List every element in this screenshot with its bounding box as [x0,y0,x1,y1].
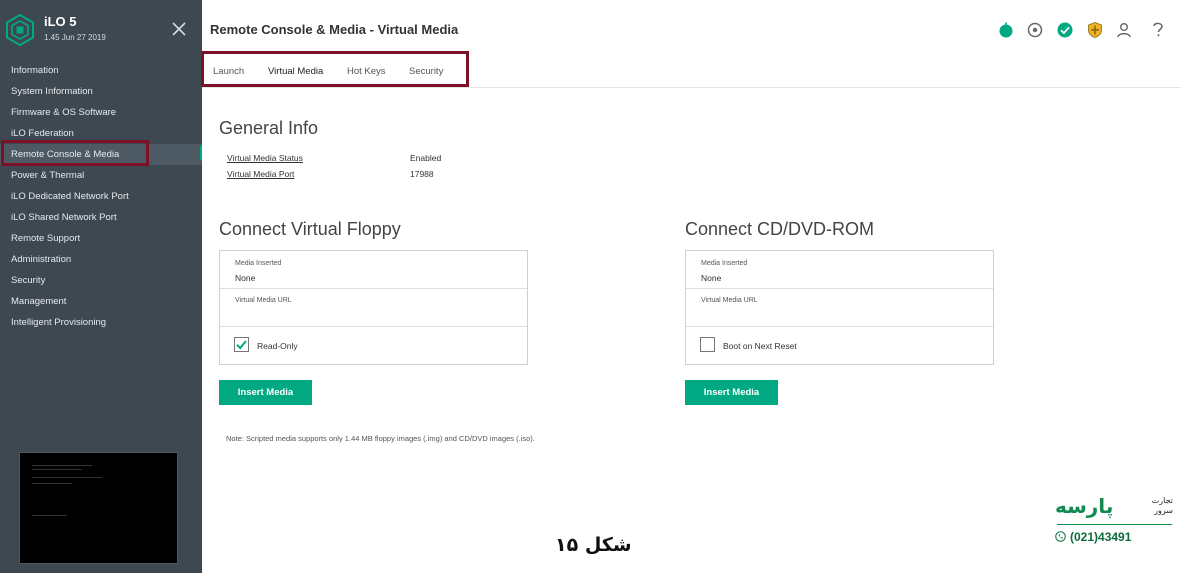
info-accent-bar [200,146,202,160]
virtual-media-port-label[interactable]: Virtual Media Port [227,169,294,179]
floppy-media-inserted-row: Media Inserted None [220,251,527,289]
phone-icon [1055,531,1066,542]
watermark-phone-row: (021)43491 [1055,530,1131,544]
cdrom-insert-media-button[interactable]: Insert Media [685,380,778,405]
brand-version: 1.45 Jun 27 2019 [44,33,106,42]
tabs-highlight-box [201,51,469,87]
watermark-phone: (021)43491 [1070,530,1132,544]
checkmark-icon [236,340,247,350]
virtual-media-port-value: 17988 [410,169,434,179]
target-icon[interactable] [1026,21,1044,39]
read-only-label: Read-Only [257,341,298,351]
cdrom-heading: Connect CD/DVD-ROM [685,219,875,239]
floppy-url-row[interactable]: Virtual Media URL [220,289,527,327]
boot-on-next-reset-checkbox[interactable] [700,337,715,352]
sidebar-item-management[interactable]: Management [0,291,202,312]
watermark-divider [1057,524,1172,525]
sidebar-item-remote-support[interactable]: Remote Support [0,228,202,249]
sidebar-item-ilo-shared-network-port[interactable]: iLO Shared Network Port [0,207,202,228]
boot-on-next-reset-label: Boot on Next Reset [723,341,797,351]
brand-title: iLO 5 [44,14,77,29]
watermark-logo: پارسه تجارت سرور (021)43491 [1055,492,1175,552]
sidebar-item-ilo-dedicated-network-port[interactable]: iLO Dedicated Network Port [0,186,202,207]
sidebar-item-information[interactable]: Information [0,60,202,81]
help-icon[interactable] [1149,20,1167,38]
floppy-heading: Connect Virtual Floppy [219,219,401,239]
health-icon[interactable] [997,21,1015,39]
check-status-icon[interactable] [1056,21,1074,39]
watermark-brand: پارسه [1055,494,1114,518]
remote-console-thumbnail[interactable] [19,452,178,564]
cdrom-media-inserted-row: Media Inserted None [686,251,993,289]
floppy-panel: Media Inserted None Virtual Media URL Re… [219,250,528,365]
page-title: Remote Console & Media - Virtual Media [210,22,459,37]
scripted-media-note: Note: Scripted media supports only 1.44 … [226,434,535,443]
security-shield-icon[interactable] [1086,21,1104,39]
read-only-checkbox[interactable] [234,337,249,352]
cdrom-url-row[interactable]: Virtual Media URL [686,289,993,327]
sidebar: iLO 5 1.45 Jun 27 2019 Information Syste… [0,0,202,573]
virtual-media-status-value: Enabled [410,153,442,163]
sidebar-item-power-thermal[interactable]: Power & Thermal [0,165,202,186]
cdrom-media-inserted-value: None [701,273,722,283]
sidebar-highlight-box [1,140,149,166]
figure-caption: شکل ۱۵ [555,534,632,556]
sidebar-item-intelligent-provisioning[interactable]: Intelligent Provisioning [0,312,202,333]
sidebar-item-security[interactable]: Security [0,270,202,291]
close-icon[interactable] [170,20,188,38]
sidebar-item-system-information[interactable]: System Information [0,81,202,102]
cdrom-media-inserted-label: Media Inserted [701,260,748,267]
floppy-media-inserted-label: Media Inserted [235,260,282,267]
floppy-media-inserted-value: None [235,273,256,283]
floppy-url-label: Virtual Media URL [235,297,292,304]
watermark-tagline: تجارت سرور [1151,496,1173,515]
general-info-heading: General Info [219,118,319,138]
virtual-media-status-label[interactable]: Virtual Media Status [227,153,303,163]
sidebar-nav: Information System Information Firmware … [0,60,202,333]
sidebar-item-administration[interactable]: Administration [0,249,202,270]
floppy-insert-media-button[interactable]: Insert Media [219,380,312,405]
user-icon[interactable] [1115,21,1133,39]
sidebar-item-firmware-os-software[interactable]: Firmware & OS Software [0,102,202,123]
ilo-logo-icon [6,14,34,46]
cdrom-url-label: Virtual Media URL [701,297,758,304]
brand-header: iLO 5 1.45 Jun 27 2019 [0,0,202,60]
header-divider [202,87,1181,88]
cdrom-panel: Media Inserted None Virtual Media URL Bo… [685,250,994,365]
